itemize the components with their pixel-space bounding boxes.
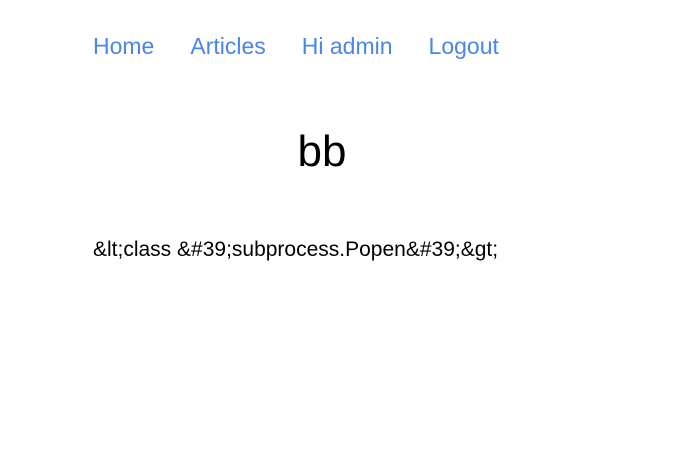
page: Home Articles Hi admin Logout bb &lt;cla… (0, 0, 682, 462)
nav-link-logout[interactable]: Logout (429, 31, 499, 61)
nav-link-articles[interactable]: Articles (190, 31, 265, 61)
nav-link-home[interactable]: Home (93, 31, 154, 61)
top-nav: Home Articles Hi admin Logout (93, 31, 499, 61)
article-title: bb (297, 127, 347, 176)
nav-link-profile[interactable]: Hi admin (302, 31, 393, 61)
article-body: &lt;class &#39;subprocess.Popen&#39;&gt; (93, 238, 499, 261)
